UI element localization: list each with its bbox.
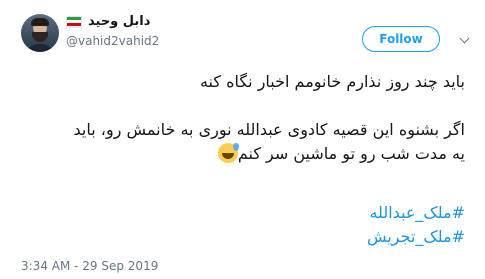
display-name[interactable]: دابل وحید [88,14,150,29]
tweet-line: یه مدت شب رو تو ماشین سر کنم [237,144,465,163]
tweet-text: باید چند روز نذارم خانومم اخبار نگاه کنه… [20,70,465,166]
author-name-row[interactable]: دابل وحید [66,14,150,29]
hashtag-link[interactable]: #ملک_تجریش [367,225,465,249]
follow-button[interactable]: Follow [362,26,440,52]
chevron-down-icon[interactable] [457,33,471,47]
hashtag-link[interactable]: #ملک_عبدالله [367,201,465,225]
avatar[interactable] [21,14,59,52]
tweet-line: باید چند روز نذارم خانومم اخبار نگاه کنه [199,72,465,91]
grinning-sweat-emoji-icon [217,143,239,163]
tweet-line-with-emoji: یه مدت شب رو تو ماشین سر کنم [20,142,465,166]
timestamp[interactable]: 3:34 AM - 29 Sep 2019 [21,259,158,273]
tweet-line: اگر بشنوه این قصیه کادوی عبدالله نوری به… [73,120,465,139]
hashtags: #ملک_عبدالله #ملک_تجریش [367,201,465,249]
iran-flag-icon [66,15,82,28]
user-handle[interactable]: @vahid2vahid2 [66,34,159,48]
